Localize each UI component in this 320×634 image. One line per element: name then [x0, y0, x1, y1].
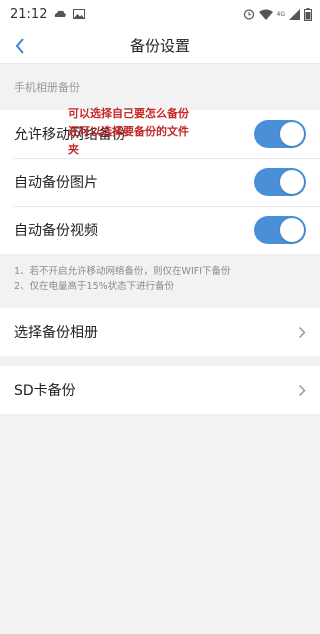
status-time: 21:12: [10, 6, 48, 22]
setting-row-auto-backup-images: 自动备份图片: [0, 158, 320, 206]
auto-backup-videos-toggle[interactable]: [254, 216, 306, 244]
page-title: 备份设置: [129, 37, 190, 55]
link-label: SD卡备份: [14, 383, 76, 399]
chevron-right-icon: [298, 384, 306, 397]
status-bar: 21:12 4G: [0, 0, 320, 28]
alarm-icon: [243, 8, 255, 20]
auto-backup-images-toggle[interactable]: [254, 168, 306, 196]
battery-icon: [304, 7, 312, 21]
section-header: 手机相册备份: [14, 81, 80, 94]
annotation-text: 可以选择自己要怎么备份还可以选择要备份的文件夹: [68, 107, 189, 156]
setting-label: 自动备份视频: [14, 223, 98, 239]
image-icon: [73, 9, 86, 19]
mobile-network-toggle[interactable]: [254, 120, 306, 148]
setting-label: 自动备份图片: [14, 175, 98, 191]
network-type-label: 4G: [276, 10, 285, 18]
status-right: 4G: [243, 7, 312, 21]
chevron-left-icon: [14, 37, 26, 55]
nav-bar: 备份设置: [0, 28, 320, 64]
toggle-knob: [280, 170, 304, 194]
cell-signal-icon: [289, 8, 300, 20]
note-line: 1、若不开启允许移动网络备份，则仅在WIFI下备份: [14, 266, 231, 277]
wifi-icon: [258, 9, 273, 20]
sd-card-backup-row[interactable]: SD卡备份: [0, 366, 320, 414]
note-line: 2、仅在电量高于15%状态下进行备份: [14, 281, 175, 292]
setting-row-auto-backup-videos: 自动备份视频: [0, 206, 320, 254]
toggle-knob: [280, 218, 304, 242]
link-label: 选择备份相册: [14, 325, 98, 341]
select-backup-album-row[interactable]: 选择备份相册: [0, 308, 320, 356]
back-button[interactable]: [6, 32, 34, 60]
chevron-right-icon: [298, 326, 306, 339]
backup-notes: 1、若不开启允许移动网络备份，则仅在WIFI下备份 2、仅在电量高于15%状态下…: [0, 254, 320, 308]
cloud-icon: [53, 9, 67, 19]
status-left: 21:12: [10, 6, 86, 22]
toggle-knob: [280, 122, 304, 146]
